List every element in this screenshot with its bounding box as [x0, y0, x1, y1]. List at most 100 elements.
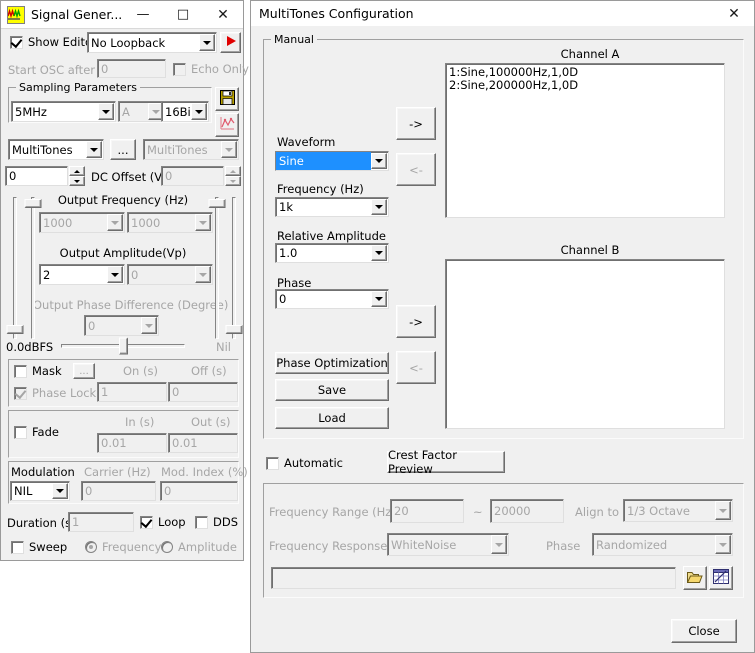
output-frequency-b-combo[interactable]: 1000: [127, 212, 213, 233]
stepper-up[interactable]: [69, 166, 85, 176]
stepper-up[interactable]: [225, 166, 241, 176]
load-button[interactable]: Load: [275, 407, 389, 429]
fade-in-field[interactable]: 0.01: [97, 433, 167, 453]
output-amplitude-a-combo[interactable]: 2: [39, 264, 125, 285]
chevron-down-icon[interactable]: [491, 535, 507, 554]
chevron-down-icon[interactable]: [371, 291, 387, 307]
stepper-down[interactable]: [69, 176, 85, 186]
channel-b-listbox[interactable]: [445, 259, 725, 429]
maximize-button[interactable]: □: [163, 1, 203, 29]
minimize-button[interactable]: —: [123, 1, 163, 29]
chevron-down-icon[interactable]: [371, 245, 387, 261]
bit-depth-combo[interactable]: 16Bit: [161, 101, 209, 122]
chevron-down-icon[interactable]: [715, 501, 731, 520]
chevron-down-icon[interactable]: [52, 483, 68, 499]
slider-thumb[interactable]: [25, 199, 42, 208]
level-slider-1[interactable]: [6, 197, 24, 339]
frequency-range-high-field[interactable]: 20000: [490, 499, 564, 523]
file-path-field[interactable]: [271, 567, 676, 589]
modulation-combo[interactable]: NIL: [10, 481, 70, 501]
mask-off-field[interactable]: 0: [168, 382, 238, 402]
slider-thumb[interactable]: [209, 199, 226, 208]
save-button[interactable]: Save: [275, 379, 389, 401]
channel-a-listbox[interactable]: 1:Sine,100000Hz,1,0D 2:Sine,200000Hz,1,0…: [445, 63, 725, 218]
signal-type-b-combo[interactable]: MultiTones: [143, 139, 239, 160]
waveform-chart-button[interactable]: [215, 113, 239, 137]
output-frequency-a-combo[interactable]: 1000: [39, 212, 125, 233]
automatic-phase-combo[interactable]: Randomized: [592, 533, 733, 556]
close-button[interactable]: ✕: [203, 1, 243, 29]
mask-on-field[interactable]: 1: [97, 382, 167, 402]
output-amplitude-b-combo[interactable]: 0: [127, 264, 213, 285]
output-phase-difference-combo[interactable]: 0: [84, 315, 159, 336]
chevron-down-icon[interactable]: [107, 214, 123, 231]
remove-from-channel-a-button[interactable]: <-: [396, 153, 436, 186]
duration-field[interactable]: 1: [68, 512, 134, 532]
level-slider-3[interactable]: [208, 197, 226, 339]
dc-offset-b-field[interactable]: 0: [161, 166, 224, 186]
sampling-parameters-label: Sampling Parameters: [16, 81, 140, 94]
slider-thumb[interactable]: [7, 325, 24, 334]
save-preset-button[interactable]: [215, 87, 239, 111]
play-button[interactable]: [220, 32, 241, 53]
frequency-combo[interactable]: 1k: [275, 197, 389, 217]
mod-index-field[interactable]: 0: [160, 481, 238, 501]
balance-slider[interactable]: [61, 337, 185, 355]
sweep-checkbox[interactable]: Sweep: [11, 540, 67, 554]
open-file-button[interactable]: [683, 566, 707, 590]
echo-only-checkbox[interactable]: Echo Only: [173, 62, 249, 76]
slider-thumb[interactable]: [119, 338, 128, 355]
close-icon[interactable]: ✕: [714, 0, 754, 28]
phase-lock-checkbox[interactable]: Phase Lock: [14, 386, 96, 400]
sweep-amplitude-radio[interactable]: Amplitude: [161, 540, 237, 554]
mask-checkbox[interactable]: Mask: [14, 364, 62, 378]
signal-type-browse-button[interactable]: ...: [110, 139, 136, 160]
slider-thumb[interactable]: [226, 325, 243, 334]
loop-checkbox[interactable]: Loop: [140, 515, 186, 529]
relative-amplitude-combo[interactable]: 1.0: [275, 243, 389, 263]
close-dialog-button[interactable]: Close: [671, 619, 737, 643]
level-slider-2[interactable]: [24, 197, 42, 339]
start-osc-field[interactable]: 0: [97, 59, 166, 78]
add-to-channel-a-button[interactable]: ->: [396, 107, 436, 140]
chevron-down-icon[interactable]: [371, 153, 387, 169]
channel-combo[interactable]: A: [118, 101, 166, 122]
frequency-range-low-field[interactable]: 20: [390, 499, 464, 523]
chevron-down-icon[interactable]: [86, 141, 102, 158]
align-to-combo[interactable]: 1/3 Octave: [623, 499, 733, 522]
chevron-down-icon[interactable]: [221, 141, 237, 158]
carrier-field[interactable]: 0: [81, 481, 156, 501]
show-editor-checkbox[interactable]: Show Editor: [10, 35, 97, 49]
level-slider-4[interactable]: [225, 197, 243, 339]
sweep-frequency-radio[interactable]: Frequency: [85, 540, 161, 554]
dc-offset-b-stepper[interactable]: [225, 166, 241, 186]
chevron-down-icon[interactable]: [371, 199, 387, 215]
crest-factor-preview-button[interactable]: Crest Factor Preview: [387, 451, 505, 473]
signal-type-combo[interactable]: MultiTones: [8, 139, 104, 160]
chevron-down-icon[interactable]: [715, 535, 731, 554]
mask-browse-button[interactable]: ...: [73, 363, 95, 379]
chevron-down-icon[interactable]: [199, 34, 215, 51]
remove-from-channel-b-button[interactable]: <-: [396, 351, 436, 384]
dc-offset-a-stepper[interactable]: [69, 166, 85, 186]
add-to-channel-b-button[interactable]: ->: [396, 305, 436, 338]
stepper-down[interactable]: [225, 176, 241, 186]
fade-out-field[interactable]: 0.01: [168, 433, 238, 453]
chevron-down-icon[interactable]: [98, 103, 114, 120]
chevron-down-icon[interactable]: [107, 266, 123, 283]
phase-combo[interactable]: 0: [275, 289, 389, 309]
waveform-combo[interactable]: Sine: [275, 151, 389, 171]
automatic-checkbox[interactable]: Automatic: [266, 456, 343, 470]
phase-optimization-button[interactable]: Phase Optimization: [275, 352, 389, 374]
list-item[interactable]: 2:Sine,200000Hz,1,0D: [449, 79, 721, 92]
chevron-down-icon[interactable]: [141, 317, 157, 334]
fade-checkbox[interactable]: Fade: [14, 425, 59, 439]
chevron-down-icon[interactable]: [191, 103, 207, 120]
dc-offset-a-field[interactable]: 0: [5, 166, 68, 186]
loopback-combo[interactable]: No Loopback: [87, 32, 217, 53]
sample-rate-combo[interactable]: 5MHz: [11, 101, 116, 122]
spreadsheet-button[interactable]: [709, 566, 733, 590]
radio-circle: [85, 541, 97, 553]
frequency-response-combo[interactable]: WhiteNoise: [387, 533, 509, 556]
dds-checkbox[interactable]: DDS: [195, 515, 238, 529]
